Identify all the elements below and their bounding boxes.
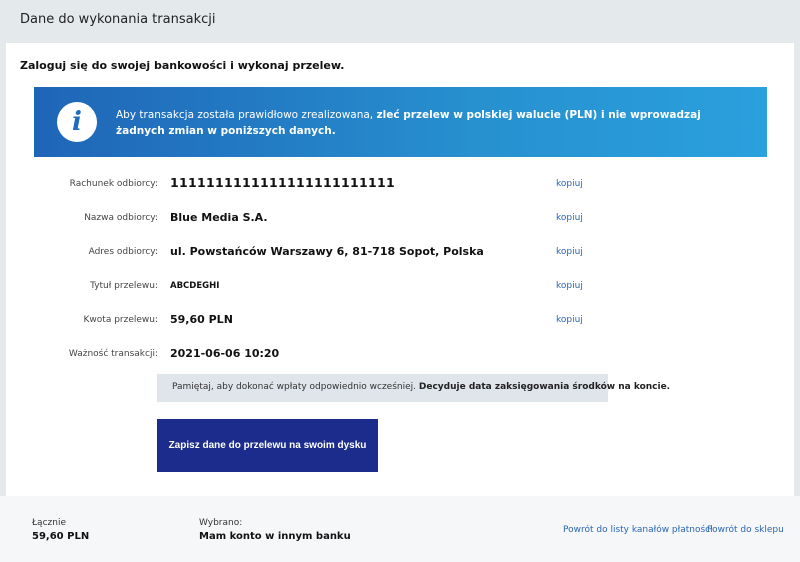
page-title: Dane do wykonania transakcji xyxy=(20,12,216,27)
row-label: Kwota przelewu: xyxy=(83,315,158,325)
info-banner: i Aby transakcja została prawidłowo zrea… xyxy=(34,87,767,157)
row-transfer-title: Tytuł przelewu: ABCDEGHI kopiuj xyxy=(6,277,794,297)
copy-address-link[interactable]: kopiuj xyxy=(556,247,583,257)
transaction-validity: 2021-06-06 10:20 xyxy=(170,347,280,360)
notice-text-bold: Decyduje data zaksięgowania środków na k… xyxy=(418,382,671,392)
copy-name-link[interactable]: kopiuj xyxy=(556,213,583,223)
row-label: Rachunek odbiorcy: xyxy=(69,179,158,189)
row-account: Rachunek odbiorcy: 111111111111111111111… xyxy=(6,175,794,195)
copy-title-link[interactable]: kopiuj xyxy=(556,281,583,291)
total-value: 59,60 PLN xyxy=(32,531,90,542)
copy-account-link[interactable]: kopiuj xyxy=(556,179,583,189)
row-validity: Ważność transakcji: 2021-06-06 10:20 xyxy=(6,345,794,365)
notice-text-regular: Pamiętaj, aby dokonać wpłaty odpowiednio… xyxy=(172,382,419,392)
page-header: Dane do wykonania transakcji xyxy=(0,0,800,43)
row-label: Adres odbiorcy: xyxy=(88,247,158,257)
payment-notice: Pamiętaj, aby dokonać wpłaty odpowiednio… xyxy=(157,374,670,402)
info-icon: i xyxy=(57,102,97,142)
row-recipient-address: Adres odbiorcy: ul. Powstańców Warszawy … xyxy=(6,243,794,263)
chosen-method: Mam konto w innym banku xyxy=(199,531,351,542)
back-to-channels-link[interactable]: Powrót do listy kanałów płatności xyxy=(563,525,713,535)
row-recipient-name: Nazwa odbiorcy: Blue Media S.A. kopiuj xyxy=(6,209,794,229)
transaction-card: Zaloguj się do swojej bankowości i wykon… xyxy=(6,43,794,496)
transfer-amount: 59,60 PLN xyxy=(170,313,233,326)
save-transfer-data-button[interactable]: Zapisz dane do przelewu na swoim dysku xyxy=(157,419,378,472)
account-number: 1111111111111111111111111 xyxy=(170,175,395,190)
transfer-title: ABCDEGHI xyxy=(170,281,220,291)
recipient-name: Blue Media S.A. xyxy=(170,211,268,224)
back-to-shop-link[interactable]: Powrót do sklepu xyxy=(707,525,784,535)
banner-text: Aby transakcja została prawidłowo zreali… xyxy=(116,107,746,139)
total-label: Łącznie xyxy=(32,518,66,528)
copy-amount-link[interactable]: kopiuj xyxy=(556,315,583,325)
row-amount: Kwota przelewu: 59,60 PLN kopiuj xyxy=(6,311,794,331)
banner-text-regular: Aby transakcja została prawidłowo zreali… xyxy=(116,109,377,121)
recipient-address: ul. Powstańców Warszawy 6, 81-718 Sopot,… xyxy=(170,245,484,258)
summary-footer: Łącznie 59,60 PLN Wybrano: Mam konto w i… xyxy=(0,496,800,562)
chosen-label: Wybrano: xyxy=(199,518,243,528)
row-label: Ważność transakcji: xyxy=(68,349,158,359)
row-label: Tytuł przelewu: xyxy=(90,281,158,291)
row-label: Nazwa odbiorcy: xyxy=(84,213,158,223)
intro-text: Zaloguj się do swojej bankowości i wykon… xyxy=(20,59,345,72)
